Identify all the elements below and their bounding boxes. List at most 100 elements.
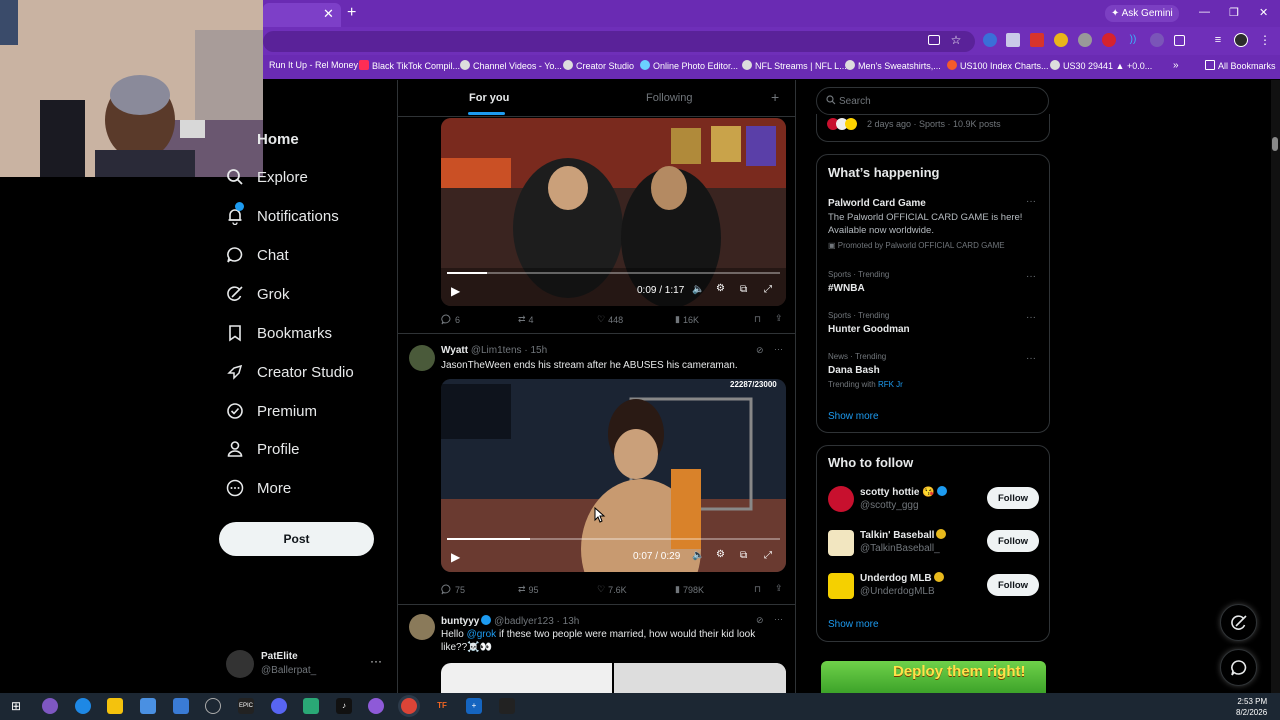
avatar[interactable] [409,345,435,371]
bookmark-item[interactable]: NFL Streams | NFL L... [742,60,847,71]
add-tab-icon[interactable]: + [771,89,779,105]
mention-link[interactable]: @grok [467,629,497,640]
video-progress-bar[interactable] [447,538,780,540]
video-player[interactable]: 22287/23000 ▶ 0:07 / 0:29 🔈 ⚙ ⧉ ⤢ [441,379,786,572]
tab-search-icon[interactable]: ≡ [1211,33,1225,47]
nav-notifications[interactable]: Notifications [225,202,339,228]
extension-icon-8[interactable] [1150,33,1164,47]
browser-menu-icon[interactable]: ⋮ [1258,33,1272,47]
nav-creator-studio[interactable]: Creator Studio [225,360,354,384]
grok-post-icon[interactable]: ⊘ [756,345,764,356]
extension-icon-5[interactable] [1078,33,1092,47]
bookmark-item[interactable]: US100 Index Charts... [947,60,1049,71]
bookmarks-overflow-icon[interactable]: » [1173,60,1179,71]
fullscreen-icon[interactable]: ⤢ [764,284,772,295]
follow-button[interactable]: Follow [987,487,1039,509]
post-author[interactable]: buntyyy @badlyer123 · 13h [441,615,579,627]
nav-more[interactable]: More [225,476,291,500]
bookmark-item[interactable]: Creator Studio [563,60,634,71]
copilot-icon[interactable] [42,698,58,714]
extensions-puzzle-icon[interactable] [1174,35,1185,46]
discord-icon[interactable] [271,698,287,714]
pip-icon[interactable]: ⧉ [740,550,747,561]
new-tab-icon[interactable]: + [347,4,356,22]
promo-title[interactable]: Palworld Card Game [828,198,926,209]
more-dots-icon[interactable]: ··· [370,654,382,668]
app-icon[interactable] [499,698,515,714]
play-icon[interactable]: ▶ [451,550,460,564]
scrollbar[interactable] [1271,80,1280,693]
follow-user-name[interactable]: Underdog MLB [860,572,944,584]
extension-icon-6[interactable] [1102,33,1116,47]
mail-icon[interactable] [173,698,189,714]
app-icon[interactable] [368,698,384,714]
avatar[interactable] [828,573,854,599]
follow-button[interactable]: Follow [987,574,1039,596]
nav-grok[interactable]: Grok [225,282,290,306]
file-explorer-icon[interactable] [107,698,123,714]
ask-gemini-button[interactable]: ✦ Ask Gemini [1105,5,1179,22]
tab-for-you[interactable]: For you [469,92,509,104]
pip-icon[interactable]: ⧉ [740,284,747,295]
steam-icon[interactable] [205,698,221,714]
install-app-icon[interactable] [928,35,940,45]
follow-button[interactable]: Follow [987,530,1039,552]
nav-explore[interactable]: Explore [225,165,308,189]
more-dots-icon[interactable]: ··· [1026,312,1036,323]
trend-card-partial[interactable]: 2 days ago · Sports · 10.9K posts [816,114,1050,142]
epic-games-icon[interactable]: EPIC [238,698,254,714]
fullscreen-icon[interactable]: ⤢ [764,550,772,561]
tab-close-icon[interactable]: ✕ [323,6,334,22]
bookmark-post-icon[interactable]: ⊓ [754,584,761,595]
store-icon[interactable] [140,698,156,714]
bookmark-item[interactable]: Men's Sweatshirts,... [845,60,941,71]
ad-banner[interactable]: Deploy them right! [821,661,1046,693]
reply-button[interactable]: 75 [441,584,465,595]
extension-icon-4[interactable] [1054,33,1068,47]
grok-post-icon[interactable]: ⊘ [756,615,764,626]
bookmark-item[interactable]: Run It Up - Rel Money [269,60,358,70]
views-button[interactable]: ▮ 16K [675,314,699,325]
close-window-icon[interactable]: ✕ [1259,6,1268,19]
edge-icon[interactable] [75,698,91,714]
trend-title[interactable]: Hunter Goodman [828,324,910,335]
trend-title[interactable]: #WNBA [828,283,865,294]
play-icon[interactable]: ▶ [451,284,460,298]
more-dots-icon[interactable]: ··· [1026,196,1036,207]
avatar[interactable] [409,614,435,640]
trend-title[interactable]: Dana Bash [828,365,880,376]
minimize-icon[interactable]: — [1199,6,1210,18]
nav-bookmarks[interactable]: Bookmarks [225,321,332,345]
more-dots-icon[interactable]: ··· [1026,353,1036,364]
post-author[interactable]: Wyatt @Lim1tens · 15h [441,345,547,356]
star-icon[interactable]: ☆ [949,33,963,47]
more-dots-icon[interactable]: ··· [1026,271,1036,282]
trending-with-link[interactable]: RFK Jr [878,380,903,389]
settings-gear-icon[interactable]: ⚙ [716,549,725,560]
post-image[interactable] [441,663,786,693]
app-icon[interactable] [303,698,319,714]
reply-button[interactable]: 6 [441,314,460,325]
tab-following[interactable]: Following [646,92,692,104]
bookmark-item[interactable]: Channel Videos - Yo... [460,60,562,71]
more-dots-icon[interactable]: ··· [774,344,783,354]
bookmark-item[interactable]: Online Photo Editor... [640,60,738,71]
repost-button[interactable]: ⇄ 95 [518,584,539,595]
like-button[interactable]: ♡ 448 [597,314,623,325]
volume-icon[interactable]: 🔈 [692,550,704,561]
like-button[interactable]: ♡ 7.6K [597,584,627,595]
avatar[interactable] [828,530,854,556]
windows-start-icon[interactable]: ⊞ [8,698,24,714]
messages-fab[interactable] [1220,649,1257,686]
system-clock[interactable]: 2:53 PM 8/2/2026 [1236,696,1267,718]
bookmark-item[interactable]: US30 29441 ▲ +0.0... [1050,60,1152,71]
share-icon[interactable]: ⇪ [775,583,783,594]
follow-user-name[interactable]: scotty hottie 😘 [860,486,947,498]
follow-user-name[interactable]: Talkin' Baseball [860,529,947,541]
account-switcher[interactable]: PatElite @Ballerpat_ ··· [226,648,386,680]
nav-home[interactable]: Home [225,127,299,151]
show-more-link[interactable]: Show more [828,619,879,630]
video-player[interactable]: ▶ 0:09 / 1:17 🔈 ⚙ ⧉ ⤢ [441,118,786,306]
app-icon[interactable]: + [466,698,482,714]
volume-icon[interactable]: 🔈 [692,284,704,295]
